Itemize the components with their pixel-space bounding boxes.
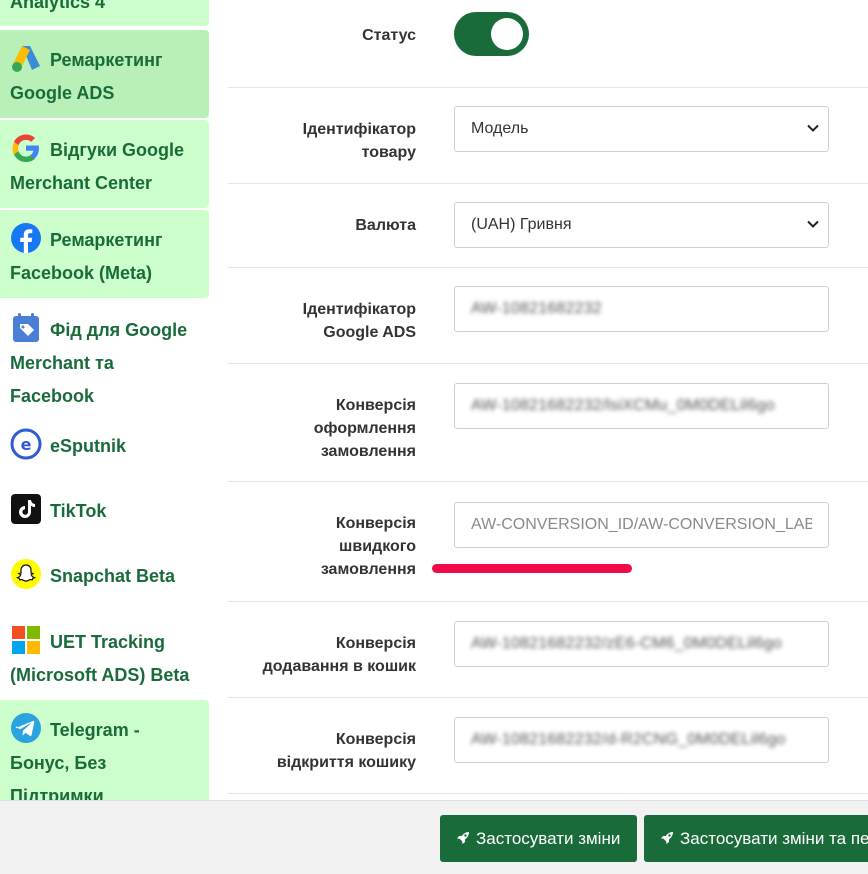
conv-cart-add-label: Конверсія додавання в кошик bbox=[262, 635, 416, 675]
chevron-down-icon bbox=[807, 124, 819, 132]
sidebar-item-google-ads[interactable]: Ремаркетинг Google ADS bbox=[0, 30, 209, 118]
google-icon bbox=[10, 132, 42, 164]
sidebar-item-label: Ремаркетинг bbox=[50, 50, 163, 70]
conv-checkout-input[interactable]: AW-10821682232/lsiXCMu_0M0DELil6go bbox=[454, 383, 829, 429]
footer-bar: Застосувати зміни Застосувати зміни та п… bbox=[0, 800, 868, 874]
google-ads-icon bbox=[10, 42, 42, 74]
microsoft-icon bbox=[10, 624, 42, 656]
sidebar-item-label: Snapchat Beta bbox=[50, 566, 176, 586]
form-row-product-id: Ідентифікатор товару Модель bbox=[228, 88, 868, 184]
sidebar-item-analytics[interactable]: Analytics 4 bbox=[0, 0, 209, 26]
google-ads-id-label: Ідентифікатор Google ADS bbox=[302, 301, 416, 341]
form-row-conv-cart-open: Конверсія відкриття кошику AW-10821682232… bbox=[228, 698, 868, 794]
sidebar-item-telegram[interactable]: Telegram - Бонус, Без Підтримки bbox=[0, 700, 209, 806]
sidebar: Analytics 4 Ремаркетинг Google ADS Відгу… bbox=[0, 0, 210, 806]
telegram-icon bbox=[10, 712, 42, 744]
sidebar-item-label: Telegram - bbox=[50, 720, 140, 740]
sidebar-item-facebook[interactable]: Ремаркетинг Facebook (Meta) bbox=[0, 210, 209, 298]
rocket-icon bbox=[457, 832, 469, 844]
sidebar-item-label: Відгуки Google bbox=[50, 140, 185, 160]
sidebar-item-feed[interactable]: Фід для Google Merchant та Facebook bbox=[0, 312, 209, 412]
toggle-knob bbox=[491, 18, 523, 50]
snapchat-icon bbox=[10, 558, 42, 590]
rocket-icon bbox=[661, 832, 673, 844]
sidebar-item-label: eSputnik bbox=[50, 436, 127, 456]
status-toggle[interactable] bbox=[454, 12, 529, 56]
form-row-conv-cart-add: Конверсія додавання в кошик AW-1082168223… bbox=[228, 602, 868, 698]
svg-text:e: e bbox=[21, 435, 32, 454]
tiktok-icon bbox=[10, 493, 42, 525]
facebook-icon bbox=[10, 222, 42, 254]
sidebar-item-label: Merchant Center bbox=[10, 173, 153, 193]
sidebar-item-label: Facebook (Meta) bbox=[10, 263, 153, 283]
product-id-select[interactable]: Модель bbox=[454, 106, 829, 152]
sidebar-item-esputnik[interactable]: e eSputnik bbox=[0, 428, 209, 468]
sidebar-item-label: Google ADS bbox=[10, 83, 115, 103]
feed-tag-icon bbox=[10, 312, 42, 344]
form-row-currency: Валюта (UAH) Гривня bbox=[228, 184, 868, 268]
conv-cart-open-value: AW-10821682232/d-R2CNG_0M0DELil6go bbox=[471, 731, 786, 748]
sidebar-item-label: Analytics 4 bbox=[10, 0, 106, 12]
sidebar-item-label: Facebook bbox=[10, 386, 95, 406]
sidebar-item-label: Фід для Google bbox=[50, 320, 188, 340]
sidebar-item-label: Бонус, Без bbox=[10, 753, 107, 773]
conv-cart-add-input[interactable]: AW-10821682232/zE6-CM6_0M0DELil6go bbox=[454, 621, 829, 667]
esputnik-icon: e bbox=[10, 428, 42, 460]
apply-button[interactable]: Застосувати зміни bbox=[440, 815, 637, 862]
apply-and-next-button[interactable]: Застосувати зміни та пе bbox=[644, 815, 868, 862]
sidebar-item-tiktok[interactable]: TikTok bbox=[0, 493, 209, 533]
apply-button-label: Застосувати зміни bbox=[476, 829, 621, 848]
form-row-conv-checkout: Конверсія оформлення замовлення AW-1082168… bbox=[228, 364, 868, 482]
conv-checkout-label: Конверсія оформлення замовлення bbox=[313, 397, 416, 460]
conv-quick-input[interactable]: AW-CONVERSION_ID/AW-CONVERSION_LABE bbox=[454, 502, 829, 548]
apply-and-next-button-label: Застосувати зміни та пе bbox=[680, 829, 868, 848]
conv-quick-label: Конверсія швидкого замовлення bbox=[320, 515, 416, 578]
sidebar-item-google-reviews[interactable]: Відгуки Google Merchant Center bbox=[0, 120, 209, 208]
sidebar-item-snapchat[interactable]: Snapchat Beta bbox=[0, 558, 209, 598]
sidebar-item-uet[interactable]: UET Tracking (Microsoft ADS) Beta bbox=[0, 624, 209, 694]
product-id-value: Модель bbox=[471, 120, 529, 137]
form-row-conv-quick: Конверсія швидкого замовлення AW-CONVERSIO… bbox=[228, 482, 868, 602]
highlight-underline bbox=[432, 564, 632, 573]
sidebar-item-label: Ремаркетинг bbox=[50, 230, 163, 250]
currency-value: (UAH) Гривня bbox=[471, 216, 572, 233]
sidebar-item-label: Merchant та bbox=[10, 353, 114, 373]
sidebar-item-label: UET Tracking bbox=[50, 632, 166, 652]
conv-cart-open-label: Конверсія відкриття кошику bbox=[276, 731, 416, 771]
sidebar-item-label: (Microsoft ADS) Beta bbox=[10, 665, 190, 685]
conv-quick-placeholder: AW-CONVERSION_ID/AW-CONVERSION_LABE bbox=[471, 516, 812, 533]
status-label: Статус bbox=[362, 27, 416, 44]
form-row-status: Статус bbox=[228, 0, 868, 88]
conv-cart-add-value: AW-10821682232/zE6-CM6_0M0DELil6go bbox=[471, 635, 782, 652]
google-ads-id-input[interactable]: AW-10821682232 bbox=[454, 286, 829, 332]
conv-checkout-value: AW-10821682232/lsiXCMu_0M0DELil6go bbox=[471, 397, 775, 414]
product-id-label: Ідентифікатор товару bbox=[302, 121, 416, 161]
conv-cart-open-input[interactable]: AW-10821682232/d-R2CNG_0M0DELil6go bbox=[454, 717, 829, 763]
google-ads-id-value: AW-10821682232 bbox=[471, 300, 602, 317]
chevron-down-icon bbox=[807, 220, 819, 228]
sidebar-item-label: TikTok bbox=[50, 501, 107, 521]
currency-label: Валюта bbox=[355, 217, 416, 234]
form-row-google-ads-id: Ідентифікатор Google ADS AW-10821682232 bbox=[228, 268, 868, 364]
currency-select[interactable]: (UAH) Гривня bbox=[454, 202, 829, 248]
